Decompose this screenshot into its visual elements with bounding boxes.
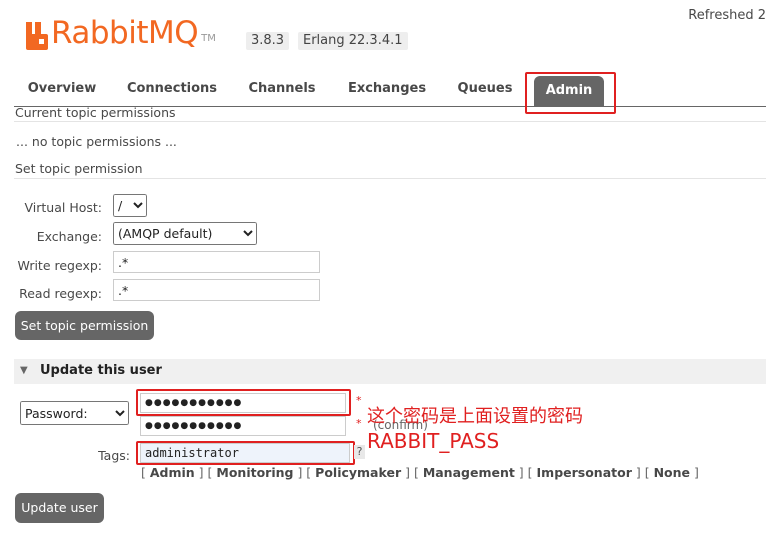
section-divider bbox=[14, 178, 766, 179]
required-star: * bbox=[356, 417, 362, 430]
tab-connections[interactable]: Connections bbox=[122, 72, 222, 106]
section-divider bbox=[14, 121, 766, 122]
tag-option-impersonator[interactable]: Impersonator bbox=[537, 465, 632, 480]
password-option-select[interactable]: Password: bbox=[20, 401, 129, 425]
password-highlight bbox=[136, 389, 351, 416]
update-user-button[interactable]: Update user bbox=[15, 493, 104, 523]
set-topic-permission-button[interactable]: Set topic permission bbox=[15, 311, 154, 340]
logo-trademark: TM bbox=[201, 33, 216, 44]
tag-option-admin[interactable]: Admin bbox=[150, 465, 195, 480]
virtual-host-select[interactable]: / bbox=[113, 194, 147, 217]
set-topic-permission-title: Set topic permission bbox=[15, 161, 143, 176]
required-star: * bbox=[356, 394, 362, 407]
rabbitmq-logo[interactable]: RabbitMQ TM bbox=[26, 14, 216, 50]
update-user-title: Update this user bbox=[40, 363, 162, 378]
password-confirm-input[interactable] bbox=[140, 416, 346, 436]
logo-text: RabbitMQ bbox=[51, 15, 199, 51]
tab-overview[interactable]: Overview bbox=[19, 72, 105, 106]
annotation-password-note: 这个密码是上面设置的密码 bbox=[367, 406, 583, 427]
rabbit-logo-icon bbox=[26, 22, 48, 50]
tag-option-monitoring[interactable]: Monitoring bbox=[216, 465, 293, 480]
read-regexp-label: Read regexp: bbox=[19, 286, 102, 301]
read-regexp-input[interactable] bbox=[113, 279, 320, 301]
tags-label: Tags: bbox=[98, 448, 130, 463]
tag-option-none[interactable]: None bbox=[654, 465, 690, 480]
tag-option-policymaker[interactable]: Policymaker bbox=[315, 465, 401, 480]
refreshed-status[interactable]: Refreshed 2 bbox=[688, 8, 766, 23]
update-user-section-header[interactable]: ▼ Update this user bbox=[14, 359, 766, 384]
version-badge: 3.8.3 bbox=[246, 32, 290, 50]
write-regexp-label: Write regexp: bbox=[17, 258, 102, 273]
help-icon[interactable]: ? bbox=[354, 445, 365, 459]
tags-highlight bbox=[136, 441, 355, 465]
collapse-triangle-icon: ▼ bbox=[20, 365, 28, 376]
erlang-version-badge: Erlang 22.3.4.1 bbox=[298, 32, 408, 50]
annotation-rabbit-pass: RABBIT_PASS bbox=[367, 429, 500, 453]
tab-queues[interactable]: Queues bbox=[454, 72, 516, 106]
write-regexp-input[interactable] bbox=[113, 251, 320, 273]
admin-tab-highlight bbox=[525, 72, 616, 114]
exchange-label: Exchange: bbox=[36, 229, 102, 244]
tag-options-list: [ Admin ] [ Monitoring ] [ Policymaker ]… bbox=[141, 465, 699, 480]
tab-exchanges[interactable]: Exchanges bbox=[342, 72, 432, 106]
current-topic-permissions-title: Current topic permissions bbox=[15, 105, 176, 120]
tab-channels[interactable]: Channels bbox=[242, 72, 322, 106]
main-nav-tabs: Overview Connections Channels Exchanges … bbox=[14, 72, 766, 107]
virtual-host-label: Virtual Host: bbox=[24, 200, 103, 215]
tag-option-management[interactable]: Management bbox=[423, 465, 515, 480]
exchange-select[interactable]: (AMQP default) bbox=[113, 222, 257, 245]
no-topic-permissions-text: ... no topic permissions ... bbox=[16, 134, 177, 149]
